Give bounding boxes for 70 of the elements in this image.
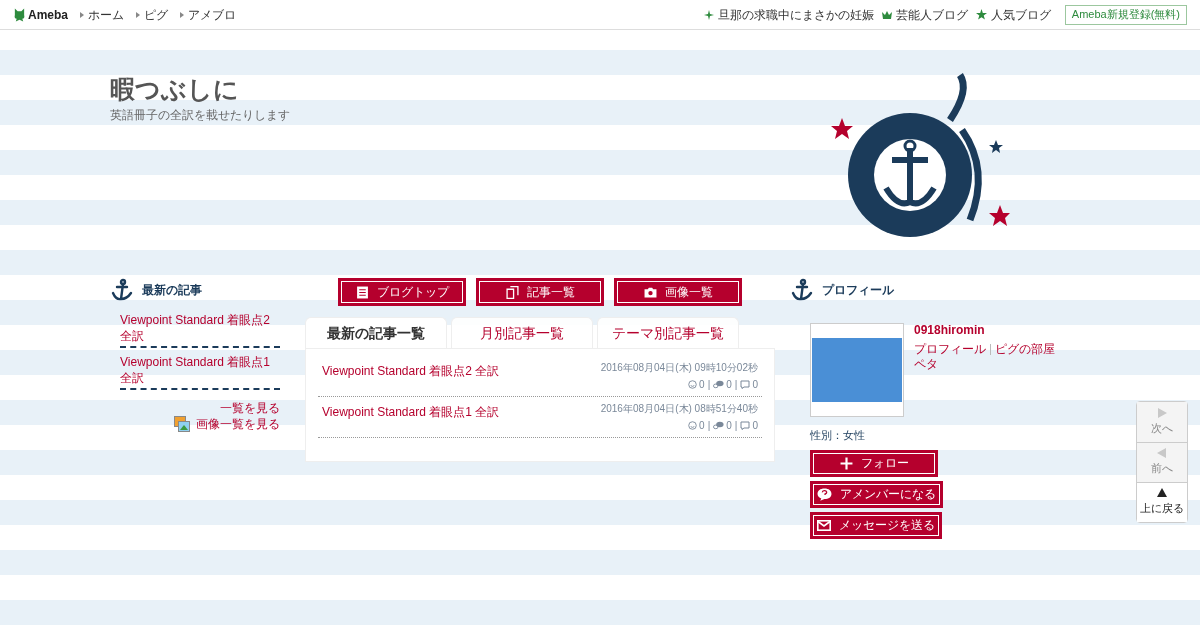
page-nav-button[interactable]: 上に戻る (1137, 482, 1187, 522)
right-triangle-icon (1157, 407, 1167, 418)
tab[interactable]: 月別記事一覧 (451, 317, 593, 348)
chat-icon (713, 421, 725, 430)
profile-link[interactable]: プロフィール (914, 342, 986, 357)
count-text: 0 (752, 378, 758, 392)
username-link[interactable]: 0918hiromin (914, 323, 1055, 338)
nav-button[interactable]: ブログトップ (338, 278, 466, 306)
left-triangle-icon (1157, 448, 1167, 459)
header-link[interactable]: 旦那の求職中にまさかの妊娠 (703, 5, 874, 24)
nav-link[interactable]: アメブロ (180, 5, 236, 24)
speech-bubble-icon (817, 487, 832, 501)
plus-icon (839, 456, 853, 470)
gender-text: 性別：女性 (809, 428, 866, 443)
separator-text: | (734, 419, 738, 433)
ameba-logo-icon (13, 6, 26, 23)
header-link[interactable]: 芸能人ブログ (881, 5, 968, 24)
action-button[interactable]: メッセージを送る (810, 511, 942, 539)
header-link[interactable]: 人気ブログ (975, 5, 1051, 24)
sparkle-icon (703, 9, 714, 20)
triangle-icon (136, 11, 140, 18)
action-button[interactable]: フォロー (810, 449, 938, 477)
image-gallery-icon (174, 416, 190, 432)
nav-button[interactable]: 画像一覧 (614, 278, 742, 306)
list-link[interactable]: 一覧を見る (220, 400, 280, 416)
reblog-icon (740, 421, 751, 430)
register-button[interactable]: Ameba新規登録(無料) (1064, 4, 1187, 25)
nav-button[interactable]: 記事一覧 (476, 278, 604, 306)
reblog-icon (740, 380, 751, 389)
crown-icon (881, 9, 892, 20)
star-icon (975, 9, 987, 20)
date-text: 2016年08月04日(木) 09時10分02秒 (600, 361, 758, 375)
section-heading: プロフィール (822, 282, 894, 299)
image-list-link[interactable]: 画像一覧を見る (196, 416, 280, 432)
tab[interactable]: テーマ別記事一覧 (597, 317, 739, 348)
peta-link[interactable]: ペタ (914, 357, 938, 371)
smiley-icon (688, 380, 698, 389)
chat-icon (713, 380, 725, 389)
count-text: 0 (726, 378, 732, 392)
article-link[interactable]: Viewpoint Standard 着眼点1 全訳 (120, 354, 280, 386)
blog-title[interactable]: 暇つぶしに (110, 73, 700, 105)
anchor-icon (790, 278, 814, 302)
profile-link[interactable]: ピグの部屋 (995, 342, 1055, 357)
count-text: 0 (699, 419, 705, 433)
count-text: 0 (726, 419, 732, 433)
section-heading: 最新の記事 (142, 282, 202, 299)
article-link[interactable]: Viewpoint Standard 着眼点2 全訳 (120, 312, 280, 344)
article-link[interactable]: Viewpoint Standard 着眼点2 全訳 (322, 360, 500, 392)
count-text: 0 (752, 419, 758, 433)
logo-text[interactable]: Ameba (28, 5, 68, 24)
nav-link[interactable]: ホーム (80, 5, 124, 24)
triangle-icon (180, 11, 184, 18)
article-link[interactable]: Viewpoint Standard 着眼点1 全訳 (322, 401, 500, 433)
action-button[interactable]: アメンバーになる (810, 480, 943, 508)
tab[interactable]: 最新の記事一覧 (305, 317, 447, 348)
document-icon (355, 285, 369, 299)
anchor-icon (110, 278, 134, 302)
smiley-icon (688, 421, 698, 430)
nav-link[interactable]: ピグ (136, 5, 168, 24)
up-triangle-icon (1157, 488, 1167, 499)
separator-text: | (707, 419, 711, 433)
triangle-icon (80, 11, 84, 18)
count-text: 0 (699, 378, 705, 392)
blog-description: 英語冊子の全訳を載せたりします (110, 107, 291, 124)
pages-icon (505, 285, 519, 299)
envelope-icon (817, 519, 831, 531)
date-text: 2016年08月04日(木) 08時51分40秒 (600, 402, 758, 416)
separator-text: | (734, 378, 738, 392)
camera-icon (643, 285, 657, 299)
separator-text: | (707, 378, 711, 392)
